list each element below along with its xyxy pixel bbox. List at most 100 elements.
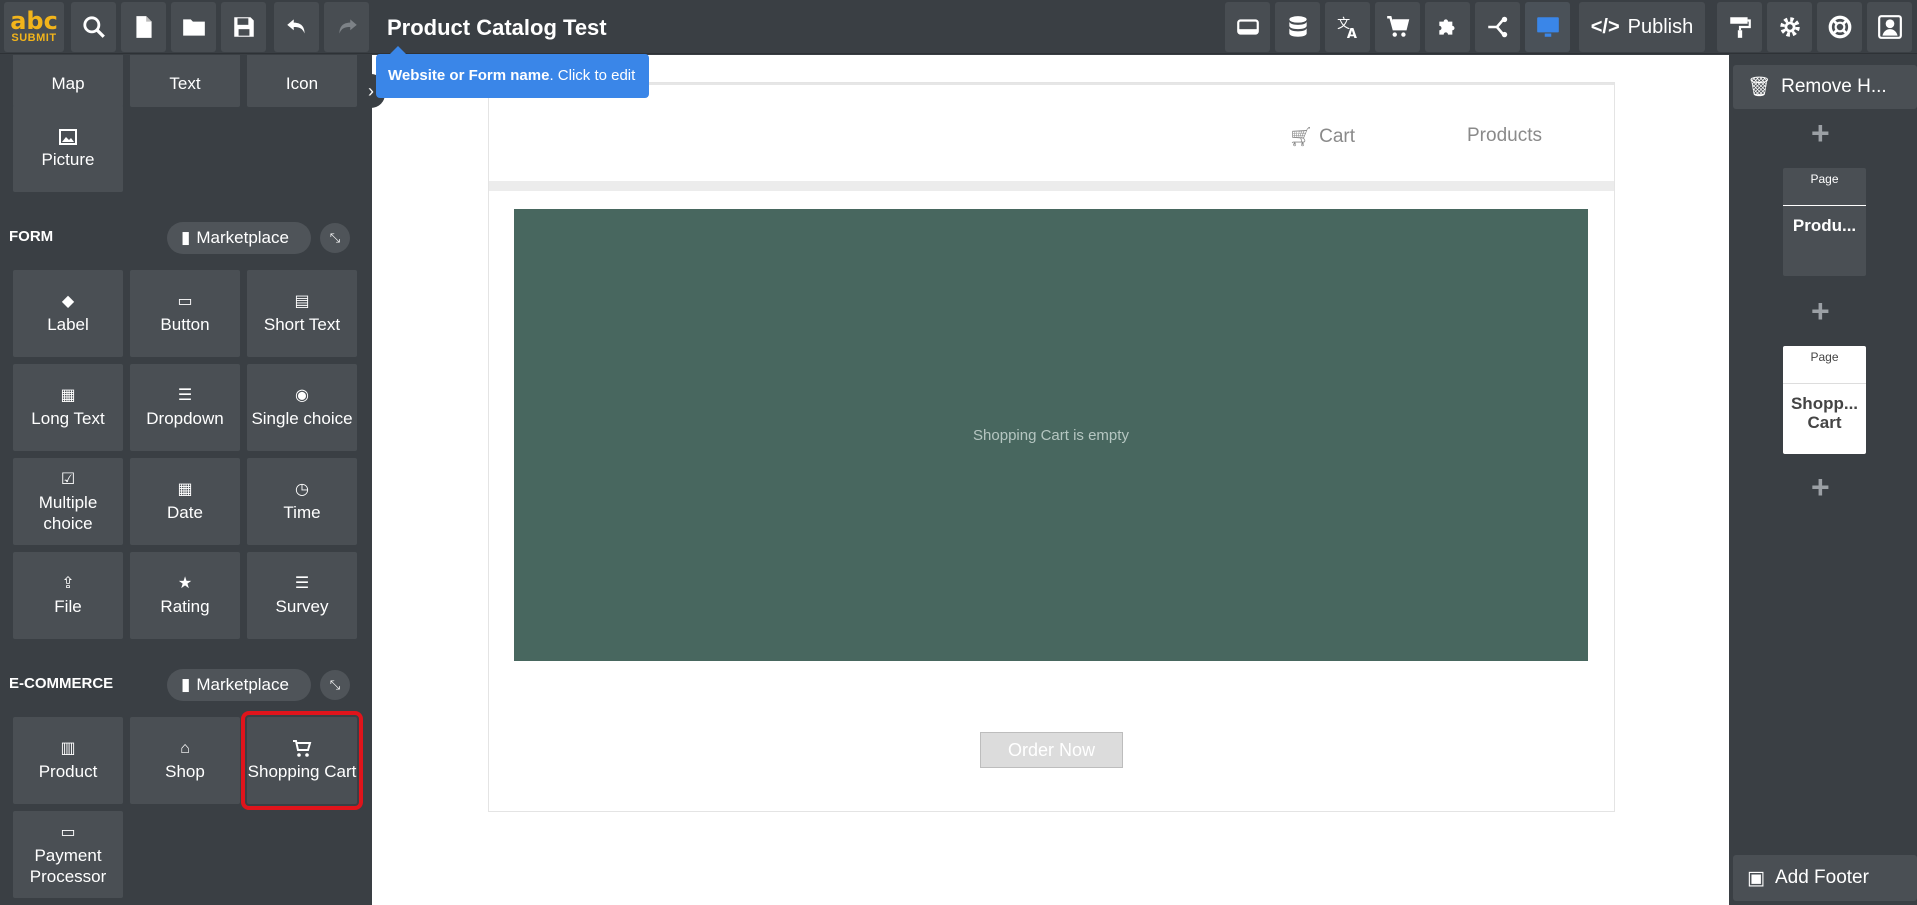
website-title[interactable]: Product Catalog Test xyxy=(387,15,607,41)
tile-multiple-choice[interactable]: ☑ Multiple choice xyxy=(13,458,123,545)
new-file-button[interactable] xyxy=(121,2,166,52)
tile-picture[interactable]: Picture xyxy=(13,105,123,192)
order-now-button[interactable]: Order Now xyxy=(980,732,1123,768)
tile-short-text[interactable]: ▤ Short Text xyxy=(247,270,357,357)
translate-button[interactable]: 文A xyxy=(1325,2,1370,52)
tile-label-element[interactable]: ◆ Label xyxy=(13,270,123,357)
editor-canvas[interactable]: 🛒︎ Cart Products Shopping Cart is empty … xyxy=(372,55,1729,905)
keyboard-icon: ▭ xyxy=(177,293,193,310)
add-page-button[interactable]: + xyxy=(1811,293,1830,330)
settings-button[interactable] xyxy=(1767,2,1812,52)
flow-button[interactable] xyxy=(1475,2,1520,52)
ecommerce-button[interactable] xyxy=(1375,2,1420,52)
tile-shop[interactable]: ⌂ Shop xyxy=(130,717,240,804)
tile-shopping-cart[interactable]: Shopping Cart xyxy=(241,711,363,810)
tile-label: Picture xyxy=(41,150,95,169)
svg-text:A: A xyxy=(1346,27,1356,40)
star-icon: ★ xyxy=(177,575,193,592)
tile-date[interactable]: ▦ Date xyxy=(130,458,240,545)
abc-submit-logo[interactable]: abc SUBMIT xyxy=(4,2,64,52)
publish-button[interactable]: </> Publish xyxy=(1579,2,1705,52)
desktop-view-button[interactable] xyxy=(1525,2,1570,52)
tile-button[interactable]: ▭ Button xyxy=(130,270,240,357)
form-marketplace-button[interactable]: ▮ Marketplace xyxy=(167,222,311,254)
tile-label: Shopping Cart xyxy=(247,762,357,781)
save-button[interactable] xyxy=(221,2,266,52)
page-card-products[interactable]: Page Produ... xyxy=(1783,168,1866,276)
tile-single-choice[interactable]: ◉ Single choice xyxy=(247,364,357,451)
add-page-button[interactable]: + xyxy=(1811,469,1830,506)
desktop-view-icon xyxy=(1536,17,1559,37)
picture-icon xyxy=(58,127,78,149)
form-section-label: FORM xyxy=(9,228,54,245)
tile-label: Rating xyxy=(160,597,210,616)
pages-panel: 🗑︎ Remove H... + Page Produ... + Page Sh… xyxy=(1729,55,1917,905)
open-folder-button[interactable] xyxy=(171,2,216,52)
book-icon: ▮ xyxy=(181,675,191,694)
database-button[interactable] xyxy=(1275,2,1320,52)
marketplace-label: Marketplace xyxy=(196,675,289,694)
nav-products-link[interactable]: Products xyxy=(1467,125,1542,147)
tile-map[interactable]: Map xyxy=(13,55,123,107)
help-button[interactable] xyxy=(1817,2,1862,52)
tile-long-text[interactable]: ▦ Long Text xyxy=(13,364,123,451)
ecommerce-collapse-button[interactable]: ⤡ xyxy=(320,670,350,700)
tile-label: Shop xyxy=(165,762,205,781)
search-button[interactable] xyxy=(71,2,116,52)
tile-rating[interactable]: ★ Rating xyxy=(130,552,240,639)
page-card-label: Page xyxy=(1783,346,1866,384)
theme-button[interactable] xyxy=(1717,2,1762,52)
checkbox-icon: ☑ xyxy=(60,470,76,488)
header-divider xyxy=(489,181,1614,191)
credit-card-icon: ▭ xyxy=(60,823,76,841)
tile-text[interactable]: Text xyxy=(130,55,240,107)
tile-label: Single choice xyxy=(251,409,353,428)
plugins-button[interactable] xyxy=(1425,2,1470,52)
add-page-button[interactable]: + xyxy=(1811,115,1830,152)
book-icon: ▮ xyxy=(181,228,191,247)
search-icon xyxy=(82,16,105,38)
header-footer-button[interactable] xyxy=(1225,2,1270,52)
nav-cart-label: Cart xyxy=(1319,126,1356,147)
short-text-icon: ▤ xyxy=(294,293,310,310)
new-file-icon xyxy=(135,16,152,38)
page-preview[interactable]: 🛒︎ Cart Products Shopping Cart is empty … xyxy=(488,82,1615,812)
cart-icon xyxy=(1386,16,1409,37)
tile-dropdown[interactable]: ☰ Dropdown xyxy=(130,364,240,451)
tile-survey[interactable]: ☰ Survey xyxy=(247,552,357,639)
puzzle-icon xyxy=(1438,19,1454,35)
tooltip-text: . Click to edit xyxy=(549,67,636,84)
code-icon: </> xyxy=(1590,15,1620,38)
tile-icon[interactable]: Icon xyxy=(247,55,357,107)
chevron-right-icon: › xyxy=(368,80,374,101)
account-button[interactable] xyxy=(1867,2,1912,52)
long-text-icon: ▦ xyxy=(60,387,76,404)
shopping-cart-element[interactable]: Shopping Cart is empty xyxy=(514,209,1588,661)
stopwatch-icon: ◷ xyxy=(295,481,309,498)
remove-header-button[interactable]: 🗑︎ Remove H... xyxy=(1733,65,1917,109)
save-icon xyxy=(233,17,254,37)
page-card-shopping-cart[interactable]: Page Shopp... Cart xyxy=(1783,346,1866,454)
cart-icon xyxy=(292,739,312,761)
add-footer-label: Add Footer xyxy=(1774,867,1869,888)
tile-file[interactable]: ⇪ File xyxy=(13,552,123,639)
tile-label: Multiple choice xyxy=(38,492,98,533)
help-lifebuoy-icon xyxy=(1828,15,1851,39)
tile-label: Long Text xyxy=(31,409,105,428)
form-collapse-button[interactable]: ⤡ xyxy=(320,223,350,253)
ecommerce-marketplace-button[interactable]: ▮ Marketplace xyxy=(167,669,311,701)
tile-label: Button xyxy=(160,315,210,334)
dropdown-icon: ☰ xyxy=(177,387,193,404)
add-footer-button[interactable]: ▣ Add Footer xyxy=(1733,855,1917,901)
tile-payment-processor[interactable]: ▭ Payment Processor xyxy=(13,811,123,898)
tile-time[interactable]: ◷ Time xyxy=(247,458,357,545)
tile-product[interactable]: ▥ Product xyxy=(13,717,123,804)
redo-button[interactable] xyxy=(324,2,369,52)
paint-roller-icon xyxy=(1729,17,1751,38)
nav-cart-link[interactable]: 🛒︎ Cart xyxy=(1289,125,1355,149)
page-card-name: Shopp... Cart xyxy=(1790,394,1859,432)
undo-button[interactable] xyxy=(274,2,319,52)
flow-icon xyxy=(1487,16,1507,38)
top-toolbar: abc SUBMIT Product Catalog Test 文A </> P… xyxy=(0,0,1917,54)
translate-icon: 文A xyxy=(1337,17,1357,40)
